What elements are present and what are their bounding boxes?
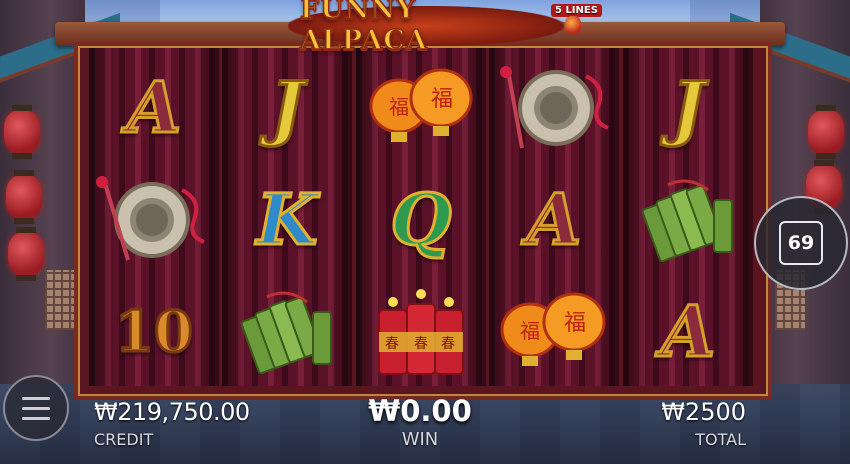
svg-text:福: 福 (564, 311, 586, 336)
gong-icon (500, 66, 609, 149)
svg-text:福: 福 (431, 87, 453, 112)
symbol-a: A (525, 178, 582, 261)
hamburger-icon (22, 406, 50, 410)
auto-spin-button[interactable]: 69 (754, 196, 848, 290)
total-bet-label: TOTAL (695, 430, 746, 449)
square-counter-icon: 69 (779, 221, 823, 265)
win-value: ₩0.00 (368, 394, 472, 428)
lines-badge: 5 LINES (551, 4, 602, 17)
svg-text:春: 春 (385, 336, 399, 352)
gong-icon (96, 176, 205, 261)
hanging-lantern (8, 227, 44, 281)
jade-tablets-icon (240, 291, 332, 375)
jade-tablets-icon (641, 179, 733, 263)
symbol-a: A (125, 66, 182, 149)
symbol-gong (489, 52, 619, 164)
svg-text:春: 春 (414, 336, 428, 352)
hanging-lantern (6, 170, 42, 224)
credit-value: ₩219,750.00 (94, 398, 250, 426)
firecrackers-icon: 春 春 春 (378, 289, 464, 375)
symbol-gong (89, 164, 219, 276)
game-title: FUNNY ALPACA (299, 0, 428, 57)
symbol-jade-tablets (222, 276, 352, 388)
symbol-a: A (659, 290, 716, 373)
hanging-lantern (4, 105, 40, 159)
svg-text:春: 春 (441, 336, 455, 352)
lantern-icon (565, 16, 581, 34)
auto-spin-count: 69 (787, 232, 815, 254)
hanging-lantern (808, 105, 844, 159)
lanterns-icon: 福 福 (369, 68, 473, 142)
window-lattice (45, 270, 75, 330)
symbol-j: J (670, 66, 706, 149)
lanterns-icon: 福 福 (500, 292, 606, 366)
hamburger-icon (22, 416, 50, 420)
symbol-q: Q (389, 178, 453, 261)
total-bet-value[interactable]: ₩2500 (640, 398, 746, 426)
symbol-lanterns: 福 福 (489, 276, 619, 388)
symbol-j: J (269, 66, 305, 149)
menu-button[interactable] (3, 375, 69, 441)
symbol-k: K (255, 178, 319, 261)
svg-text:福: 福 (520, 319, 540, 343)
symbol-firecrackers: 春 春 春 (356, 276, 486, 388)
win-label: WIN (401, 429, 439, 450)
credit-label: CREDIT (94, 430, 154, 449)
symbol-lanterns: 福 福 (356, 52, 486, 164)
symbol-jade-tablets (623, 164, 753, 276)
hamburger-icon (22, 396, 50, 400)
svg-text:福: 福 (389, 95, 409, 119)
symbol-10: 10 (114, 299, 195, 365)
